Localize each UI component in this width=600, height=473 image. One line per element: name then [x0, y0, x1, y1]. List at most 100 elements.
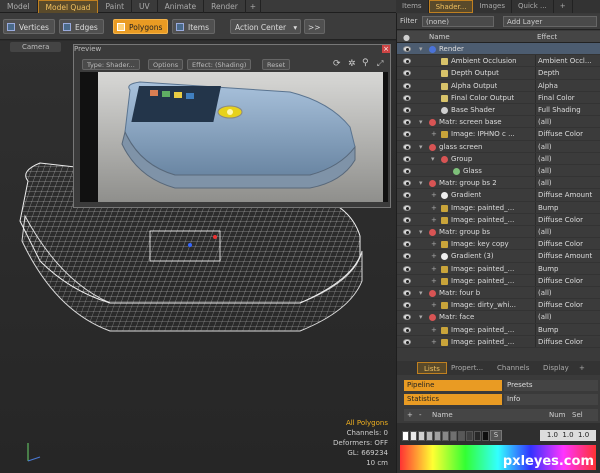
eye-icon[interactable] — [403, 204, 411, 211]
color-swatch[interactable] — [410, 431, 417, 441]
tree-row[interactable]: ▾ Matr: group bs 2 (all) — [397, 177, 600, 190]
collapse-icon[interactable]: ▾ — [419, 311, 423, 322]
eye-icon[interactable] — [403, 58, 411, 65]
expand-icon[interactable]: + — [431, 263, 437, 274]
add-panel-tab-button[interactable]: + — [554, 0, 573, 13]
list-tab-lists[interactable]: Lists — [417, 362, 447, 374]
tree-row[interactable]: + Image: IPHNO c ... Diffuse Color — [397, 128, 600, 141]
eye-icon[interactable] — [403, 290, 411, 296]
eye-icon[interactable] — [403, 155, 411, 162]
eye-icon[interactable] — [403, 131, 411, 138]
list-tab-channels[interactable]: Channels — [491, 362, 535, 374]
tree-row[interactable]: ▾ Matr: face (all) — [397, 311, 600, 324]
eye-icon[interactable] — [403, 229, 411, 235]
preview-options-button[interactable]: Options — [148, 59, 184, 70]
tree-row[interactable]: ▾ glass screen (all) — [397, 140, 600, 153]
tab-render[interactable]: Render — [204, 0, 246, 13]
close-icon[interactable]: × — [382, 45, 390, 53]
color-swatch[interactable] — [418, 431, 425, 441]
tree-row[interactable]: + Image: painted_... Diffuse Color — [397, 335, 600, 348]
collapse-icon[interactable]: ▾ — [419, 287, 423, 298]
tree-row[interactable]: + Image: painted_... Bump — [397, 262, 600, 275]
collapse-icon[interactable]: ▾ — [419, 226, 423, 237]
color-swatch[interactable] — [442, 431, 449, 441]
eye-icon[interactable] — [403, 253, 411, 260]
expand-icon[interactable]: + — [431, 202, 437, 213]
add-list-tab-button[interactable]: + — [573, 362, 591, 374]
panel-tab-images[interactable]: Images — [473, 0, 513, 13]
tab-model[interactable]: Model — [0, 0, 38, 13]
panel-tab-items[interactable]: Items — [396, 0, 429, 13]
refresh-icon[interactable]: ⟳ — [333, 59, 341, 69]
add-layer-dropdown[interactable]: Add Layer — [503, 16, 597, 27]
eye-icon[interactable] — [403, 216, 411, 223]
eye-icon[interactable] — [403, 82, 411, 89]
eye-icon[interactable] — [403, 46, 411, 52]
tab-paint[interactable]: Paint — [98, 0, 133, 13]
expand-icon[interactable]: + — [431, 214, 437, 225]
eye-icon[interactable] — [403, 180, 411, 187]
collapse-icon[interactable]: ▾ — [419, 116, 423, 127]
preview-reset-button[interactable]: Reset — [262, 59, 291, 70]
color-swatch[interactable] — [426, 431, 433, 441]
add-tab-button[interactable]: + — [246, 0, 262, 13]
preview-type-dropdown[interactable]: Type: Shader... — [82, 59, 140, 70]
color-swatch[interactable] — [402, 431, 409, 441]
eye-icon[interactable] — [403, 277, 411, 284]
settings-icon[interactable]: ✲ — [348, 59, 356, 69]
edges-button[interactable]: Edges — [59, 19, 104, 34]
eye-icon[interactable] — [403, 94, 411, 101]
eye-icon[interactable] — [403, 143, 411, 150]
color-swatch[interactable] — [434, 431, 441, 441]
action-center-dropdown[interactable]: Action Center ▾ — [230, 19, 302, 34]
collapse-icon[interactable]: ▾ — [419, 141, 423, 152]
eye-icon[interactable] — [403, 241, 411, 248]
color-swatch[interactable] — [474, 431, 481, 441]
expand-icon[interactable]: + — [431, 324, 437, 335]
items-button[interactable]: Items — [172, 19, 215, 34]
tree-row[interactable]: Base Shader Full Shading — [397, 104, 600, 117]
name-column-header[interactable]: Name — [429, 33, 450, 41]
tree-row[interactable]: + Image: painted_... Bump — [397, 201, 600, 214]
color-swatch[interactable] — [466, 431, 473, 441]
tree-row[interactable]: Depth Output Depth — [397, 67, 600, 80]
eye-icon[interactable] — [403, 70, 411, 77]
eye-icon[interactable] — [403, 192, 411, 199]
panel-tab-shader[interactable]: Shader... — [428, 0, 474, 13]
collapse-icon[interactable]: ▾ — [419, 177, 423, 188]
collapse-icon[interactable]: ▾ — [431, 153, 435, 164]
list-tab-display[interactable]: Display — [537, 362, 575, 374]
expand-icon[interactable]: + — [431, 189, 437, 200]
tab-model-quad[interactable]: Model Quad — [37, 0, 99, 13]
collapse-icon[interactable]: ▾ — [419, 43, 423, 54]
expand-icon[interactable]: + — [431, 336, 437, 347]
tree-row[interactable]: + Image: painted_... Bump — [397, 323, 600, 336]
tree-row[interactable]: + Image: dirty_whi... Diffuse Color — [397, 299, 600, 312]
tab-animate[interactable]: Animate — [158, 0, 205, 13]
eye-icon[interactable] — [403, 314, 411, 321]
swatch-s-button[interactable]: S — [490, 430, 502, 441]
tree-row[interactable]: Glass (all) — [397, 165, 600, 178]
color-values-field[interactable]: 1.0 1.0 1.0 — [540, 430, 596, 441]
zoom-icon[interactable]: ⚲ — [362, 58, 369, 68]
polygons-button[interactable]: Polygons — [113, 19, 169, 34]
eye-icon[interactable] — [403, 338, 411, 345]
more-button[interactable]: >> — [304, 19, 325, 34]
tree-row[interactable]: Final Color Output Final Color — [397, 91, 600, 104]
tree-row[interactable]: + Gradient (3) Diffuse Amount — [397, 250, 600, 263]
add-item-button[interactable]: + — [407, 409, 413, 421]
tree-row[interactable]: + Image: painted_... Diffuse Color — [397, 213, 600, 226]
tab-camera[interactable]: Camera — [10, 42, 62, 52]
tree-row[interactable]: Ambient Occlusion Ambient Occl... — [397, 55, 600, 68]
expand-icon[interactable]: ⤢ — [377, 59, 383, 69]
tree-row[interactable]: ▾ Matr: four b (all) — [397, 287, 600, 300]
tree-row[interactable]: ▾ Matr: group bs (all) — [397, 226, 600, 239]
tree-row[interactable]: ▾ Matr: screen base (all) — [397, 116, 600, 129]
tree-row[interactable]: + Image: key copy Diffuse Color — [397, 238, 600, 251]
tree-row[interactable]: + Image: painted_... Diffuse Color — [397, 274, 600, 287]
eye-icon[interactable] — [403, 302, 411, 309]
eye-icon[interactable] — [403, 107, 411, 113]
eye-icon[interactable] — [403, 119, 411, 126]
expand-icon[interactable]: + — [431, 275, 437, 286]
expand-icon[interactable]: + — [431, 238, 437, 249]
